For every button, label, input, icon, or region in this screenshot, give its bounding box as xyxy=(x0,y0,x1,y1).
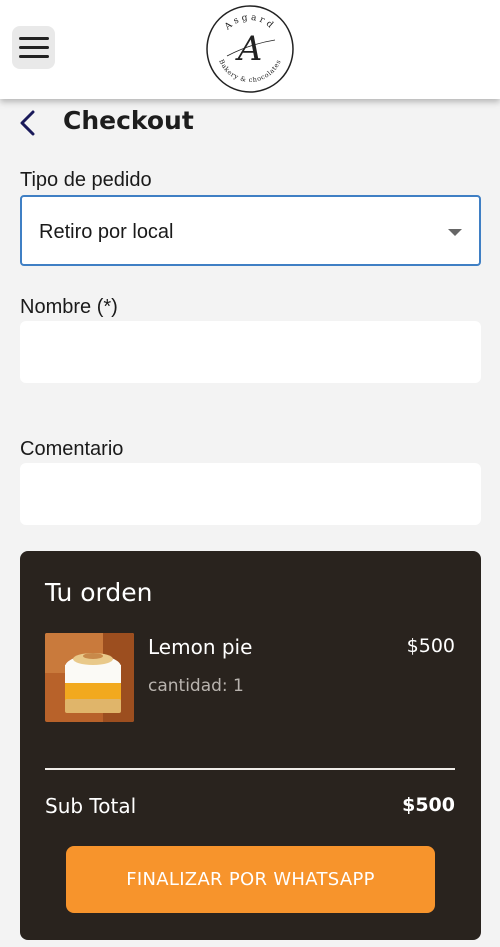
item-price: $500 xyxy=(406,635,455,657)
lemon-pie-image xyxy=(45,633,134,722)
subtotal-value: $500 xyxy=(402,794,455,816)
comment-input[interactable] xyxy=(20,463,481,525)
menu-bar xyxy=(18,37,49,40)
order-divider xyxy=(45,768,455,770)
logo-letter: A xyxy=(235,29,263,69)
subtotal-label: Sub Total xyxy=(45,794,137,818)
name-input[interactable] xyxy=(20,321,481,383)
order-type-label: Tipo de pedido xyxy=(20,169,152,191)
order-type-select[interactable]: Retiro por local xyxy=(20,195,481,266)
order-summary-card: Tu orden Lemon pie cantidad: 1 $500 Sub … xyxy=(20,551,481,940)
item-quantity: cantidad: 1 xyxy=(148,676,244,696)
app-header: Asgard Bakery & chocolates A xyxy=(0,0,500,99)
hamburger-menu-icon[interactable] xyxy=(12,26,55,69)
page-title: Checkout xyxy=(63,106,194,135)
name-label: Nombre (*) xyxy=(20,296,118,318)
dropdown-caret-icon xyxy=(448,229,462,236)
menu-bar xyxy=(18,46,49,49)
back-chevron-icon[interactable] xyxy=(14,108,44,138)
brand-logo[interactable]: Asgard Bakery & chocolates A xyxy=(205,4,295,94)
order-title: Tu orden xyxy=(45,578,153,607)
finalize-whatsapp-button[interactable]: FINALIZAR POR WHATSAPP xyxy=(66,846,435,913)
comment-label: Comentario xyxy=(20,438,124,460)
order-type-value: Retiro por local xyxy=(39,221,174,243)
item-name: Lemon pie xyxy=(148,635,253,659)
logo-graphic: Asgard Bakery & chocolates A xyxy=(206,5,294,93)
menu-bar xyxy=(18,55,49,58)
